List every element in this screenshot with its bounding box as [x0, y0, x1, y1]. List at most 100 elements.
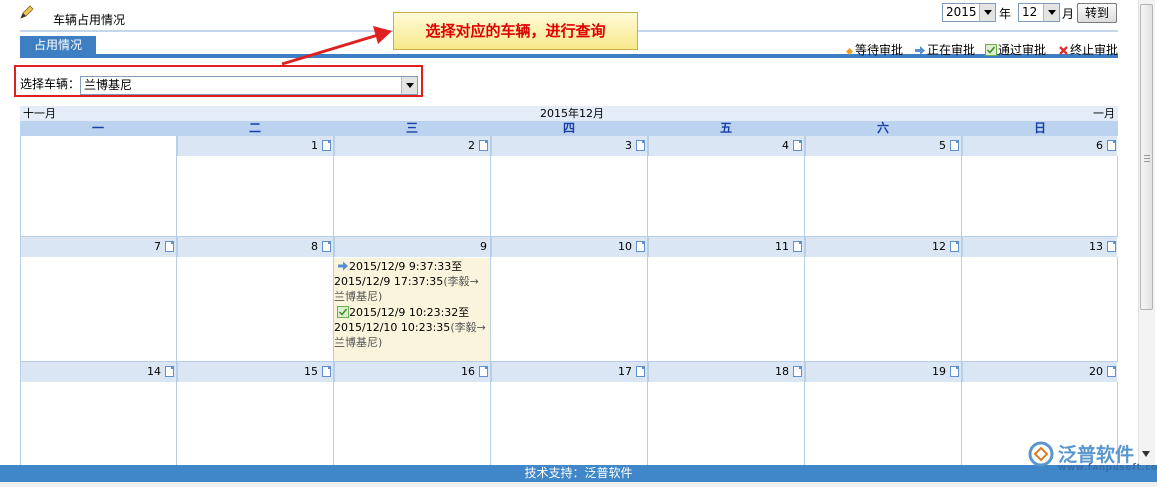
- arrow-right-icon: [915, 46, 925, 55]
- add-document-icon[interactable]: [322, 241, 331, 252]
- calendar-day-header: 1: [177, 136, 334, 156]
- legend-waiting: 等待审批: [845, 41, 903, 58]
- footer-strip: [0, 482, 1157, 487]
- add-document-icon[interactable]: [793, 241, 802, 252]
- year-unit-label: 年: [999, 7, 1012, 21]
- add-document-icon[interactable]: [950, 140, 959, 151]
- add-document-icon[interactable]: [165, 241, 174, 252]
- calendar-day-header: 3: [491, 136, 648, 156]
- add-document-icon[interactable]: [322, 366, 331, 377]
- add-document-icon[interactable]: [322, 140, 331, 151]
- event-2-end-row: 2015/12/10 10:23:35(李毅→: [334, 320, 490, 335]
- weekday-thu: 四: [562, 121, 575, 135]
- add-document-icon[interactable]: [793, 366, 802, 377]
- event-1-user: (李毅→: [443, 275, 479, 288]
- calendar-day-header: 20: [962, 362, 1118, 382]
- add-document-icon[interactable]: [636, 366, 645, 377]
- add-document-icon[interactable]: [793, 140, 802, 151]
- grip-line: [1144, 161, 1150, 162]
- calendar-day-header: 17: [491, 362, 648, 382]
- add-document-icon[interactable]: [479, 366, 488, 377]
- weekday-header: 一 二 三 四 五 六 日: [20, 121, 1118, 136]
- chevron-down-icon[interactable]: [401, 77, 417, 94]
- day-number: 3: [625, 139, 632, 152]
- add-document-icon[interactable]: [165, 366, 174, 377]
- check-icon: [337, 306, 349, 318]
- day-number: 6: [1096, 139, 1103, 152]
- footer-text: 技术支持：泛普软件: [524, 466, 633, 480]
- weekday-fri: 五: [719, 121, 732, 135]
- day-number: 8: [311, 240, 318, 253]
- tab-occupancy[interactable]: 占用情况: [20, 36, 96, 55]
- add-document-icon[interactable]: [636, 241, 645, 252]
- vehicle-select[interactable]: 兰博基尼: [80, 76, 418, 95]
- callout-note: 选择对应的车辆，进行查询: [393, 12, 638, 50]
- add-document-icon[interactable]: [950, 366, 959, 377]
- grid-column-line: [333, 136, 334, 466]
- prev-month-link[interactable]: 十一月: [23, 106, 56, 121]
- legend-approved: 通过审批: [985, 41, 1046, 58]
- add-document-icon[interactable]: [636, 140, 645, 151]
- chevron-down-icon[interactable]: [979, 4, 995, 21]
- year-value: 2015: [946, 5, 977, 19]
- callout-arrow-icon: [281, 26, 392, 66]
- day-number: 15: [304, 365, 318, 378]
- scrollbar-thumb[interactable]: [1140, 4, 1153, 310]
- chevron-down-icon[interactable]: [1043, 4, 1059, 21]
- footer-bar: 技术支持：泛普软件: [0, 465, 1157, 482]
- month-value: 12: [1022, 5, 1038, 19]
- day-number: 12: [932, 240, 946, 253]
- scroll-down-icon[interactable]: [1141, 450, 1151, 458]
- event-in-progress[interactable]: 2015/12/9 9:37:33至: [334, 258, 490, 274]
- day-number: 7: [154, 240, 161, 253]
- event-2-end: 2015/12/10 10:23:35: [334, 321, 451, 334]
- day-number: 2: [468, 139, 475, 152]
- grid-column-line: [804, 136, 805, 466]
- event-approved[interactable]: 2015/12/9 10:23:32至: [334, 304, 490, 320]
- next-month-link[interactable]: 一月: [1093, 106, 1115, 121]
- add-document-icon[interactable]: [479, 140, 488, 151]
- pencil-icon: [20, 5, 34, 19]
- legend-terminated: 终止审批: [1058, 41, 1118, 58]
- grip-line: [1144, 158, 1150, 159]
- x-icon: [1059, 46, 1068, 55]
- check-icon: [985, 44, 997, 56]
- calendar-day-header: 14: [20, 362, 177, 382]
- add-document-icon[interactable]: [1107, 241, 1116, 252]
- add-document-icon[interactable]: [1107, 140, 1116, 151]
- legend-in-progress: 正在审批: [914, 41, 975, 58]
- grid-row-line: [20, 236, 1118, 237]
- legend-terminated-label: 终止审批: [1070, 43, 1119, 57]
- calendar-day-header: 10: [491, 237, 648, 257]
- vehicle-selected-value: 兰博基尼: [84, 78, 133, 92]
- month-unit-label: 月: [1062, 7, 1075, 21]
- weekday-mon: 一: [91, 121, 104, 135]
- weekday-tue: 二: [248, 121, 261, 135]
- day-number: 1: [311, 139, 318, 152]
- day-number: 11: [775, 240, 789, 253]
- add-document-icon[interactable]: [1107, 366, 1116, 377]
- day-number: 4: [782, 139, 789, 152]
- event-2-user: (李毅→: [450, 321, 486, 334]
- calendar-day-header: 11: [648, 237, 805, 257]
- day-number: 19: [932, 365, 946, 378]
- calendar-day-header: 12: [805, 237, 962, 257]
- event-1-vehicle: 兰博基尼): [334, 290, 383, 303]
- diamond-icon: [846, 48, 853, 55]
- add-document-icon[interactable]: [950, 241, 959, 252]
- calendar-day-header: 6: [962, 136, 1118, 156]
- calendar-day-header: 18: [648, 362, 805, 382]
- calendar-day-header: 2: [334, 136, 491, 156]
- calendar-day-header: 8: [177, 237, 334, 257]
- page-title: 车辆占用情况: [53, 13, 126, 27]
- month-select[interactable]: 12: [1018, 3, 1060, 22]
- day-number: 10: [618, 240, 632, 253]
- day-number: 5: [939, 139, 946, 152]
- goto-button[interactable]: 转到: [1077, 3, 1117, 23]
- day-number: 13: [1089, 240, 1103, 253]
- calendar-grid: [20, 136, 1118, 466]
- day-number: 18: [775, 365, 789, 378]
- legend-in-progress-label: 正在审批: [927, 43, 976, 57]
- year-select[interactable]: 2015: [942, 3, 996, 22]
- event-1-end-row: 2015/12/9 17:37:35(李毅→: [334, 274, 490, 289]
